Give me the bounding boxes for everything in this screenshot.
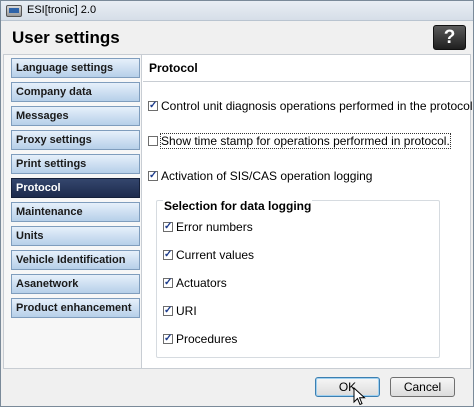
cancel-button[interactable]: Cancel: [390, 377, 455, 397]
sidebar-item-messages[interactable]: Messages: [11, 106, 140, 126]
help-button[interactable]: ?: [433, 25, 466, 50]
content-area: Language settings Company data Messages …: [3, 54, 473, 369]
logging-item-label: Actuators: [176, 276, 227, 290]
protocol-panel: Protocol ✓ Control unit diagnosis operat…: [143, 55, 473, 368]
app-icon: [6, 5, 22, 17]
settings-window: ESI[tronic] 2.0 User settings ? Language…: [0, 0, 474, 407]
error-numbers-checkbox[interactable]: ✓: [163, 222, 173, 232]
option-label: Control unit diagnosis operations perfor…: [161, 99, 473, 113]
actuators-checkbox[interactable]: ✓: [163, 278, 173, 288]
title-bar: ESI[tronic] 2.0: [1, 1, 473, 21]
logging-item-label: Error numbers: [176, 220, 253, 234]
sis-cas-logging-checkbox[interactable]: ✓: [148, 171, 158, 181]
logging-item-label: Procedures: [176, 332, 238, 346]
window-title: ESI[tronic] 2.0: [27, 4, 97, 16]
sidebar-item-print-settings[interactable]: Print settings: [11, 154, 140, 174]
settings-sidebar: Language settings Company data Messages …: [4, 55, 142, 368]
ok-button[interactable]: OK: [315, 377, 380, 397]
dialog-header: User settings ?: [1, 22, 473, 54]
show-time-stamp-checkbox[interactable]: [148, 136, 158, 146]
group-title: Selection for data logging: [163, 199, 313, 213]
current-values-checkbox[interactable]: ✓: [163, 250, 173, 260]
option-label: Activation of SIS/CAS operation logging: [161, 169, 373, 183]
sidebar-item-product-enhancement[interactable]: Product enhancement: [11, 298, 140, 318]
dialog-footer: OK Cancel: [1, 369, 473, 406]
sidebar-item-vehicle-identification[interactable]: Vehicle Identification: [11, 250, 140, 270]
logging-item-label: Current values: [176, 248, 255, 262]
panel-divider: [143, 81, 470, 82]
data-logging-group: Selection for data logging ✓ Error numbe…: [156, 199, 440, 358]
sidebar-item-proxy-settings[interactable]: Proxy settings: [11, 130, 140, 150]
mouse-pointer-icon: [353, 387, 366, 406]
panel-title: Protocol: [149, 61, 198, 75]
sidebar-item-company-data[interactable]: Company data: [11, 82, 140, 102]
sidebar-item-protocol[interactable]: Protocol: [11, 178, 140, 198]
sidebar-item-maintenance[interactable]: Maintenance: [11, 202, 140, 222]
control-unit-diagnosis-checkbox[interactable]: ✓: [148, 101, 158, 111]
logging-item-label: URI: [176, 304, 197, 318]
uri-checkbox[interactable]: ✓: [163, 306, 173, 316]
sidebar-item-language-settings[interactable]: Language settings: [11, 58, 140, 78]
question-mark-icon: ?: [443, 27, 456, 48]
sidebar-item-units[interactable]: Units: [11, 226, 140, 246]
page-title: User settings: [12, 28, 120, 47]
procedures-checkbox[interactable]: ✓: [163, 334, 173, 344]
sidebar-item-asanetwork[interactable]: Asanetwork: [11, 274, 140, 294]
option-label: Show time stamp for operations performed…: [160, 133, 451, 149]
